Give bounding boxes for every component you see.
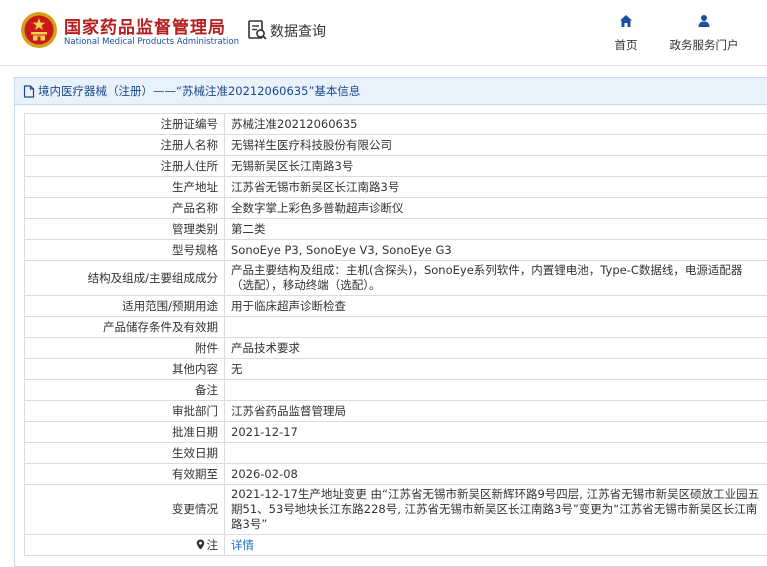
row-value [224, 442, 767, 464]
table-row: 结构及组成/主要组成成分 产品主要结构及组成：主机(含探头)，SonoEye系列软… [24, 260, 767, 296]
row-label: 有效期至 [24, 463, 225, 485]
breadcrumb: 境内医疗器械（注册）——“苏械注准20212060635”基本信息 [15, 78, 767, 105]
table-row: 审批部门 江苏省药品监督管理局 [24, 400, 767, 422]
row-value: 全数字掌上彩色多普勒超声诊断仪 [224, 197, 767, 219]
row-label: 注册证编号 [24, 113, 225, 135]
row-value: 用于临床超声诊断检查 [224, 295, 767, 317]
table-row: 其他内容无 [24, 358, 767, 380]
nav-portal-label: 政务服务门户 [669, 38, 739, 52]
row-label: 审批部门 [24, 400, 225, 422]
row-label: 其他内容 [24, 358, 225, 380]
row-value [224, 316, 767, 338]
table-row: 变更情况 2021-12-17生产地址变更 由“江苏省无锡市新吴区新辉环路9号四层… [24, 484, 767, 535]
table-row: 备注 [24, 379, 767, 401]
table-row: 生产地址 江苏省无锡市新吴区长江南路3号 [24, 176, 767, 198]
row-label: 管理类别 [24, 218, 225, 240]
nav-home-link[interactable]: 首页 [606, 14, 646, 53]
registration-info-table: 注册证编号 苏械注准20212060635 注册人名称 无锡祥生医疗科技股份有限公司… [24, 113, 767, 556]
user-icon [698, 15, 710, 27]
row-value: 无 [224, 358, 767, 380]
row-value: 江苏省药品监督管理局 [224, 400, 767, 422]
national-emblem-icon [21, 12, 57, 48]
details-link[interactable]: 详情 [231, 538, 254, 552]
note-label: 注 [206, 537, 219, 552]
row-label: 附件 [24, 337, 225, 359]
row-label: 产品名称 [24, 197, 225, 219]
row-label: 生产地址 [24, 176, 225, 198]
site-subtitle: National Medical Products Administration [64, 37, 239, 47]
row-value: 苏械注准20212060635 [224, 113, 767, 135]
location-pin-icon [196, 539, 204, 549]
row-value: 产品技术要求 [224, 337, 767, 359]
row-value: 无锡祥生医疗科技股份有限公司 [224, 134, 767, 156]
row-label: 产品储存条件及有效期 [24, 316, 225, 338]
row-value: 江苏省无锡市新吴区长江南路3号 [224, 176, 767, 198]
site-title: 国家药品监督管理局 [64, 18, 226, 38]
table-row: 适用范围/预期用途 用于临床超声诊断检查 [24, 295, 767, 317]
row-label: 注册人名称 [24, 134, 225, 156]
row-value: 2021-12-17 [224, 421, 767, 443]
table-row: 批准日期 2021-12-17 [24, 421, 767, 443]
table-row: 注册人名称 无锡祥生医疗科技股份有限公司 [24, 134, 767, 156]
row-label: 变更情况 [24, 484, 225, 535]
table-row: 产品储存条件及有效期 [24, 316, 767, 338]
table-row: 型号规格 SonoEye P3, SonoEye V3, SonoEye G3 [24, 239, 767, 261]
row-value: 产品主要结构及组成：主机(含探头)，SonoEye系列软件，内置锂电池，Type… [224, 260, 767, 296]
row-value [224, 379, 767, 401]
table-row: 管理类别 第二类 [24, 218, 767, 240]
table-row: 注册人住所 无锡新吴区长江南路3号 [24, 155, 767, 177]
nav-home-label: 首页 [614, 38, 638, 52]
row-value: 2021-12-17生产地址变更 由“江苏省无锡市新吴区新辉环路9号四层, 江苏… [224, 484, 767, 535]
row-value: 无锡新吴区长江南路3号 [224, 155, 767, 177]
table-row: 附件 产品技术要求 [24, 337, 767, 359]
data-query-label: 数据查询 [270, 24, 326, 40]
row-label: 注册人住所 [24, 155, 225, 177]
row-label: 备注 [24, 379, 225, 401]
nav-portal-link[interactable]: 政务服务门户 [660, 14, 748, 53]
data-query-icon [248, 20, 267, 40]
breadcrumb-text: 境内医疗器械（注册）——“苏械注准20212060635”基本信息 [38, 84, 361, 98]
row-label: 批准日期 [24, 421, 225, 443]
row-value: SonoEye P3, SonoEye V3, SonoEye G3 [224, 239, 767, 261]
home-icon [620, 15, 632, 27]
row-value: 第二类 [224, 218, 767, 240]
table-row: 注册证编号 苏械注准20212060635 [24, 113, 767, 135]
table-row: 有效期至 2026-02-08 [24, 463, 767, 485]
row-label: 生效日期 [24, 442, 225, 464]
detail-panel: 境内医疗器械（注册）——“苏械注准20212060635”基本信息 注册证编号苏… [14, 77, 767, 567]
site-header: 国家药品监督管理局 National Medical Products Admi… [0, 0, 767, 66]
note-row: 注 详情 [24, 534, 767, 556]
table-row: 生效日期 [24, 442, 767, 464]
table-row: 产品名称 全数字掌上彩色多普勒超声诊断仪 [24, 197, 767, 219]
row-label: 适用范围/预期用途 [24, 295, 225, 317]
row-label: 型号规格 [24, 239, 225, 261]
row-value: 2026-02-08 [224, 463, 767, 485]
document-icon [23, 84, 35, 98]
row-label: 结构及组成/主要组成成分 [24, 260, 225, 296]
